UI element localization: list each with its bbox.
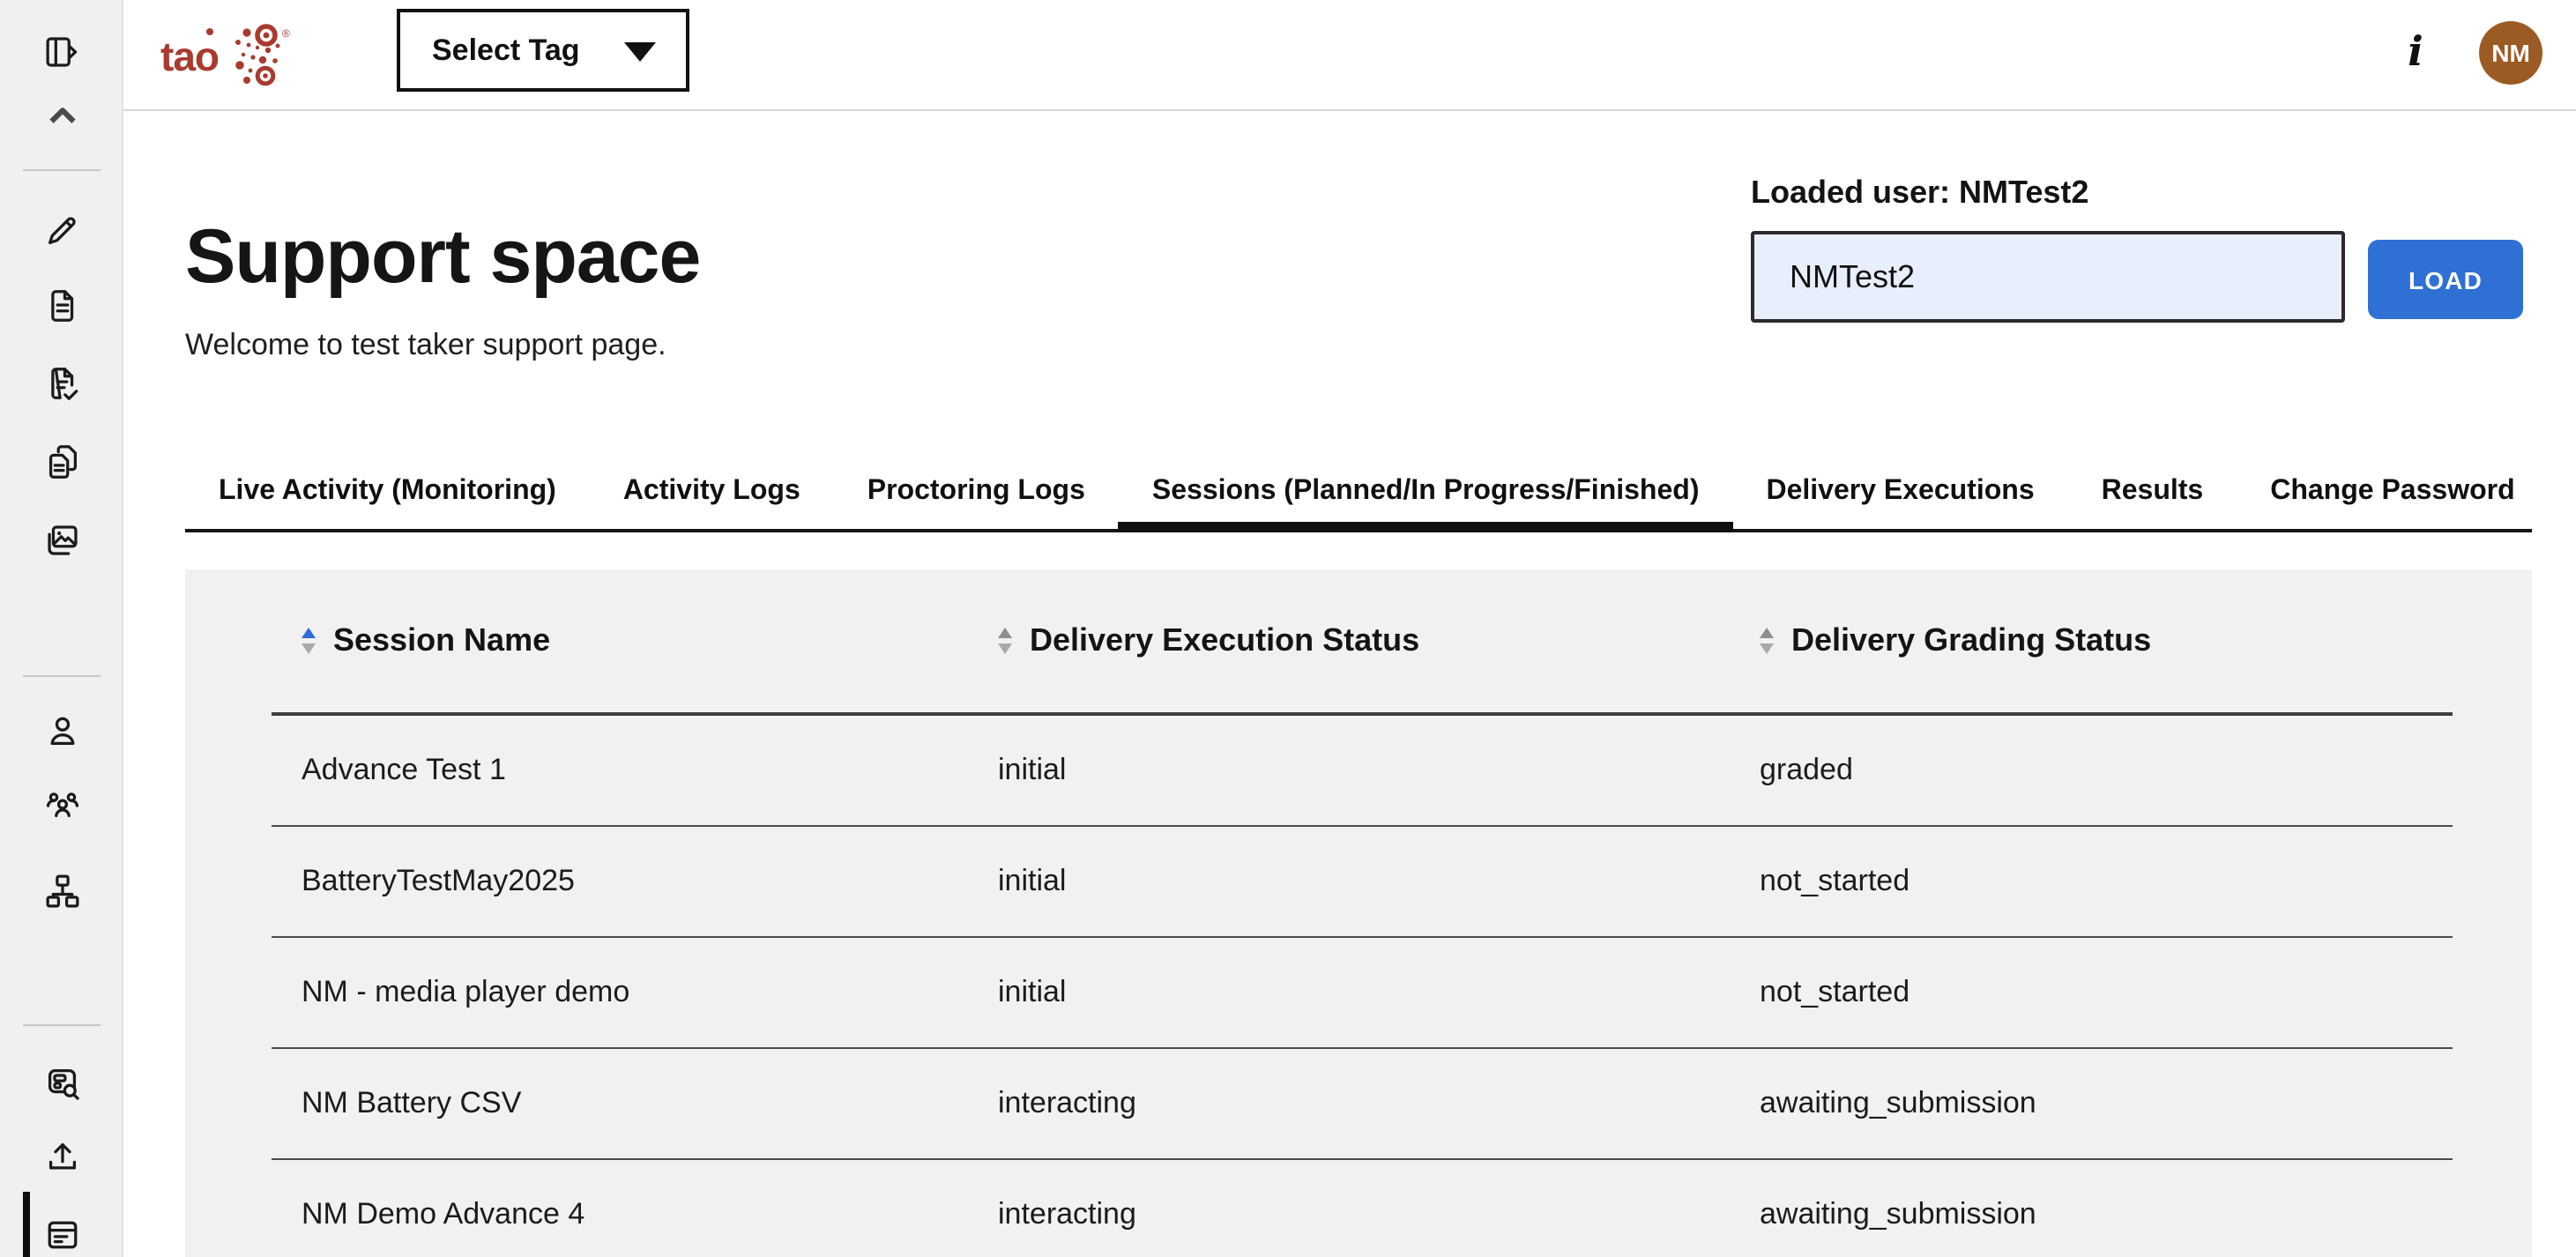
page-subtitle: Welcome to test taker support page. — [185, 328, 666, 363]
cell-grading-status: awaiting_submission — [1760, 1086, 2453, 1121]
cell-session-name: Advance Test 1 — [272, 753, 998, 788]
cell-execution-status: initial — [998, 864, 1760, 899]
support-space-page: tao ® Select Tag i NM Support space Welc… — [0, 0, 2576, 1257]
panel-expand-icon[interactable] — [41, 31, 82, 71]
registered-mark: ® — [282, 30, 290, 41]
select-tag-dropdown[interactable]: Select Tag — [397, 9, 689, 92]
sort-icon — [1760, 628, 1774, 654]
table-row: BatteryTestMay2025 initial not_started — [272, 827, 2453, 938]
select-tag-label: Select Tag — [400, 33, 580, 68]
table-row: Advance Test 1 initial graded — [272, 716, 2453, 827]
sort-icon — [302, 628, 316, 654]
page-title: Support space — [185, 220, 700, 296]
users-group-icon[interactable] — [41, 782, 82, 822]
tab-live-activity[interactable]: Live Activity (Monitoring) — [185, 455, 590, 529]
upload-icon[interactable] — [41, 1136, 82, 1177]
sidebar — [0, 0, 123, 1257]
tab-delivery-executions[interactable]: Delivery Executions — [1732, 455, 2067, 529]
document-icon[interactable] — [41, 285, 82, 325]
tab-proctoring-logs[interactable]: Proctoring Logs — [834, 455, 1119, 529]
table-header-row: Session Name Delivery Execution Status D… — [272, 569, 2453, 716]
tab-results[interactable]: Results — [2068, 455, 2237, 529]
column-header-session-name[interactable]: Session Name — [272, 622, 998, 659]
user-icon[interactable] — [41, 710, 82, 750]
cell-grading-status: graded — [1760, 753, 2453, 788]
column-label: Session Name — [333, 622, 550, 659]
column-label: Delivery Execution Status — [1030, 622, 1419, 659]
cell-execution-status: initial — [998, 753, 1760, 788]
caret-down-icon — [624, 42, 656, 62]
cell-grading-status: awaiting_submission — [1760, 1197, 2453, 1232]
pencil-icon[interactable] — [41, 209, 82, 249]
tab-change-password[interactable]: Change Password — [2237, 455, 2548, 529]
info-icon[interactable]: i — [2398, 26, 2433, 79]
tao-logo-text: tao — [160, 36, 219, 77]
cell-execution-status: initial — [998, 975, 1760, 1010]
column-label: Delivery Grading Status — [1791, 622, 2151, 659]
sessions-panel: Session Name Delivery Execution Status D… — [185, 569, 2532, 1257]
cell-grading-status: not_started — [1760, 864, 2453, 899]
sidebar-divider — [23, 675, 101, 677]
cell-session-name: NM Demo Advance 4 — [272, 1197, 998, 1232]
cell-grading-status: not_started — [1760, 975, 2453, 1010]
avatar[interactable]: NM — [2479, 21, 2542, 85]
topbar: tao ® Select Tag i NM — [123, 0, 2576, 111]
deliveries-window-icon[interactable] — [41, 1214, 82, 1254]
table-row: NM - media player demo initial not_start… — [272, 938, 2453, 1049]
collapse-up-icon[interactable] — [41, 94, 82, 135]
tab-bar: Live Activity (Monitoring) Activity Logs… — [185, 455, 2532, 532]
tao-logo-o-dot — [205, 27, 213, 35]
cell-session-name: NM - media player demo — [272, 975, 998, 1010]
tab-sessions[interactable]: Sessions (Planned/In Progress/Finished) — [1119, 455, 1733, 529]
column-header-delivery-grading-status[interactable]: Delivery Grading Status — [1760, 622, 2453, 659]
column-header-delivery-execution-status[interactable]: Delivery Execution Status — [998, 622, 1760, 659]
document-check-icon[interactable] — [41, 362, 82, 403]
cell-execution-status: interacting — [998, 1086, 1760, 1121]
load-button[interactable]: LOAD — [2368, 240, 2523, 319]
loaded-user-label: Loaded user: NMTest2 — [1751, 175, 2088, 212]
tao-logo-burst — [222, 21, 282, 92]
user-input[interactable] — [1751, 231, 2345, 323]
media-images-icon[interactable] — [41, 519, 82, 560]
sidebar-divider — [23, 1024, 101, 1026]
tao-logo[interactable]: tao ® — [160, 16, 290, 97]
cell-session-name: NM Battery CSV — [272, 1086, 998, 1121]
cell-execution-status: interacting — [998, 1197, 1760, 1232]
hierarchy-icon[interactable] — [41, 870, 82, 911]
search-records-icon[interactable] — [41, 1062, 82, 1103]
cell-session-name: BatteryTestMay2025 — [272, 864, 998, 899]
table-row: NM Battery CSV interacting awaiting_subm… — [272, 1049, 2453, 1160]
table-row: NM Demo Advance 4 interacting awaiting_s… — [272, 1160, 2453, 1257]
sessions-table: Session Name Delivery Execution Status D… — [272, 569, 2453, 1257]
sidebar-divider — [23, 169, 101, 171]
sidebar-active-indicator — [23, 1192, 30, 1257]
tab-activity-logs[interactable]: Activity Logs — [590, 455, 834, 529]
copy-documents-icon[interactable] — [41, 442, 82, 482]
sort-icon — [998, 628, 1012, 654]
